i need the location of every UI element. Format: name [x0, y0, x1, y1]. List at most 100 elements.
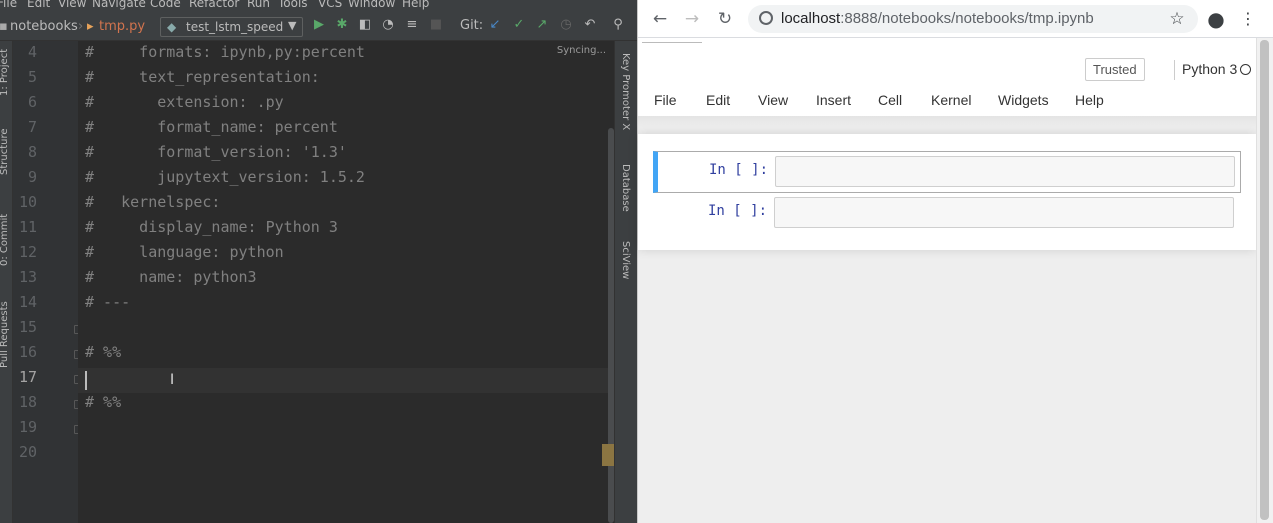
code-line: # display_name: Python 3: [85, 218, 338, 236]
nb-menu-insert[interactable]: Insert: [816, 92, 851, 108]
ide-menubar: File Edit View Navigate Code Refactor Ru…: [0, 0, 637, 12]
concurrency-icon[interactable]: ≡: [404, 16, 420, 34]
text-caret: [85, 371, 87, 390]
page-scrollbar-thumb[interactable]: [1260, 40, 1269, 520]
url-text: localhost:8888/notebooks/notebooks/tmp.i…: [781, 10, 1094, 27]
menu-tools[interactable]: Tools: [278, 0, 308, 10]
code-line: # ---: [85, 293, 131, 311]
coverage-icon[interactable]: ◧: [357, 16, 373, 34]
syncing-status: Syncing...: [556, 45, 606, 56]
git-push-icon[interactable]: ↗: [534, 16, 550, 34]
header-edge: [642, 38, 702, 43]
ibeam-cursor-icon: I: [170, 372, 175, 388]
line-number: 10: [18, 193, 37, 211]
nb-menu-view[interactable]: View: [758, 92, 788, 108]
breadcrumb-separator: ›: [78, 19, 84, 34]
code-line: # %%: [85, 343, 122, 361]
right-tool-strip: Key Promoter X Database SciView: [614, 41, 637, 523]
editor-scroll-marker: [602, 444, 614, 466]
nb-menu-cell[interactable]: Cell: [878, 92, 902, 108]
menu-navigate[interactable]: Navigate: [92, 0, 146, 10]
reload-icon[interactable]: ↻: [714, 8, 736, 30]
line-number: 5: [27, 68, 37, 86]
line-number: 17: [18, 368, 37, 386]
chevron-down-icon: ▼: [288, 19, 297, 32]
trusted-indicator[interactable]: Trusted: [1085, 58, 1145, 81]
line-number: 15: [18, 318, 37, 336]
menu-help[interactable]: Help: [402, 0, 429, 10]
run-config-label: test_lstm_speed: [186, 20, 284, 34]
code-line: # format_version: '1.3': [85, 143, 347, 161]
header-shadow: [638, 116, 1256, 128]
folder-icon: ▪: [0, 19, 8, 34]
account-icon[interactable]: ●: [1205, 8, 1227, 30]
line-number: 4: [27, 43, 37, 61]
python-file-icon: ▸: [87, 19, 94, 34]
menu-refactor[interactable]: Refactor: [189, 0, 239, 10]
line-number: 13: [18, 268, 37, 286]
notebook-container: In [ ]: In [ ]:: [638, 134, 1256, 250]
line-number: 8: [27, 143, 37, 161]
code-line: # extension: .py: [85, 93, 284, 111]
menu-edit[interactable]: Edit: [27, 0, 50, 10]
menu-run[interactable]: Run: [247, 0, 270, 10]
history-icon[interactable]: ◷: [558, 16, 574, 34]
nb-menu-file[interactable]: File: [654, 92, 677, 108]
url-path: :8888/notebooks/notebooks/tmp.ipynb: [840, 10, 1094, 27]
menu-file[interactable]: File: [0, 0, 17, 10]
code-cell[interactable]: In [ ]:: [653, 193, 1241, 235]
tool-tab-sciview[interactable]: SciView: [620, 241, 631, 279]
nb-menu-edit[interactable]: Edit: [706, 92, 730, 108]
tool-tab-key-promoter[interactable]: Key Promoter X: [620, 53, 631, 130]
line-number: 12: [18, 243, 37, 261]
python-icon: ◆: [167, 20, 177, 34]
git-label: Git:: [460, 18, 484, 33]
breadcrumb-file[interactable]: tmp.py: [99, 19, 145, 34]
tool-tab-project[interactable]: 1: Project: [0, 49, 10, 96]
nb-menu-help[interactable]: Help: [1075, 92, 1104, 108]
menu-code[interactable]: Code: [150, 0, 181, 10]
current-line-highlight: [78, 368, 608, 393]
kebab-menu-icon[interactable]: ⋮: [1237, 8, 1259, 30]
run-configuration-select[interactable]: ◆ test_lstm_speed ▼: [160, 17, 303, 37]
breadcrumb-folder[interactable]: notebooks: [10, 19, 78, 34]
tool-tab-structure[interactable]: Structure: [0, 128, 10, 175]
cell-input[interactable]: [775, 156, 1235, 187]
line-number: 7: [27, 118, 37, 136]
tool-tab-pull-requests[interactable]: Pull Requests: [0, 301, 10, 368]
cell-prompt: In [ ]:: [708, 203, 768, 219]
git-update-icon[interactable]: ↙: [487, 16, 503, 34]
search-icon[interactable]: ⚲: [610, 16, 626, 34]
tool-tab-database[interactable]: Database: [620, 164, 631, 212]
tool-tab-commit[interactable]: 0: Commit: [0, 214, 10, 266]
line-number: 20: [18, 443, 37, 461]
code-editor[interactable]: I Syncing... # formats: ipynb,py:percent…: [78, 41, 608, 523]
rollback-icon[interactable]: ↶: [582, 16, 598, 34]
browser-toolbar: ← → ↻ localhost:8888/notebooks/notebooks…: [638, 0, 1273, 38]
ide-window: File Edit View Navigate Code Refactor Ru…: [0, 0, 637, 523]
code-line: # language: python: [85, 243, 284, 261]
code-cell-selected[interactable]: In [ ]:: [653, 151, 1241, 193]
line-number-gutter: 4 5 6 7 8 9 10 11 12 13 14 15 16 17 18 19 20: [13, 41, 82, 523]
menu-vcs[interactable]: VCS: [318, 0, 342, 10]
code-line: # %%: [85, 393, 122, 411]
back-arrow-icon[interactable]: ←: [649, 8, 671, 30]
debug-icon[interactable]: ✱: [334, 16, 350, 34]
code-line: # name: python3: [85, 268, 257, 286]
code-line: # kernelspec:: [85, 193, 221, 211]
git-commit-icon[interactable]: ✓: [511, 16, 527, 34]
run-icon[interactable]: ▶: [311, 16, 327, 34]
cell-input[interactable]: [774, 197, 1234, 228]
nb-menu-widgets[interactable]: Widgets: [998, 92, 1049, 108]
notebook-menubar: File Edit View Insert Cell Kernel Widget…: [638, 86, 1256, 116]
menu-view[interactable]: View: [58, 0, 86, 10]
forward-arrow-icon[interactable]: →: [681, 8, 703, 30]
bookmark-star-icon[interactable]: ☆: [1166, 8, 1188, 30]
info-icon[interactable]: [759, 11, 773, 25]
address-bar[interactable]: localhost:8888/notebooks/notebooks/tmp.i…: [748, 5, 1198, 33]
nb-menu-kernel[interactable]: Kernel: [931, 92, 971, 108]
menu-window[interactable]: Window: [348, 0, 395, 10]
profile-icon[interactable]: ◔: [380, 16, 396, 34]
line-number: 16: [18, 343, 37, 361]
stop-icon[interactable]: ■: [428, 16, 444, 34]
